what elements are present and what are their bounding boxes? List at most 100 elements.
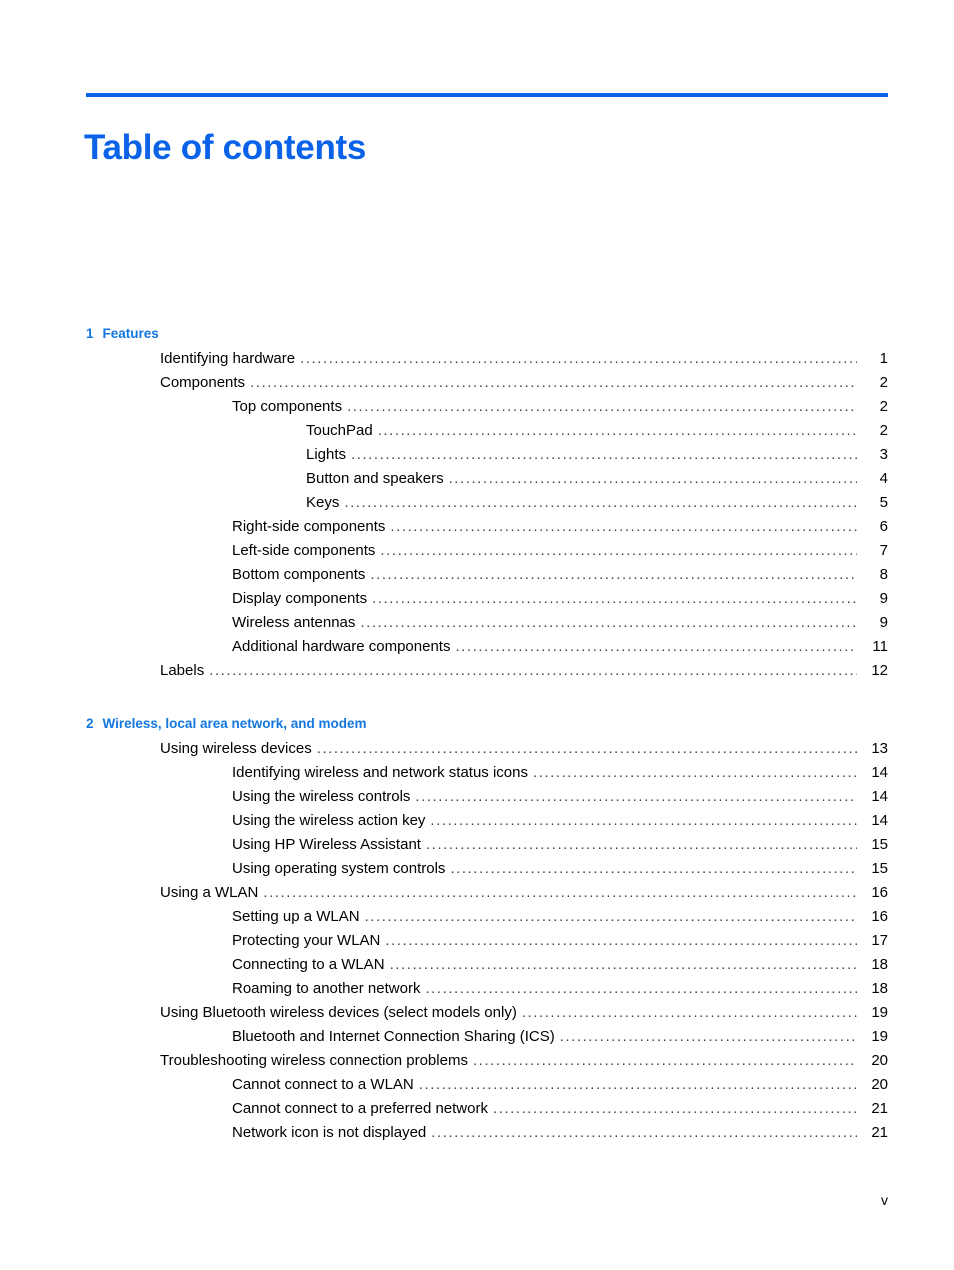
toc-entry[interactable]: Right-side components 6 [86,515,888,539]
toc-entry-label: Components [160,374,246,391]
toc-entry-label: Left-side components [232,542,376,559]
toc-entry-page-number: 19 [871,1028,888,1045]
toc-entry[interactable]: Lights 3 [86,443,888,467]
toc-entry[interactable]: Bluetooth and Internet Connection Sharin… [86,1025,888,1049]
toc-entry[interactable]: Keys 5 [86,491,888,515]
dot-leader [347,399,857,414]
toc-entry[interactable]: Bottom components 8 [86,563,888,587]
dot-leader [522,1005,857,1020]
toc-entry-page-number: 17 [871,932,888,949]
toc-entry-page-number: 20 [871,1076,888,1093]
dot-leader [209,663,857,678]
dot-leader [415,789,857,804]
toc-entry-page-number: 2 [879,422,888,439]
toc-entry-page-number: 14 [871,788,888,805]
toc-entry-label: Display components [232,590,368,607]
toc-entry[interactable]: Using Bluetooth wireless devices (select… [86,1001,888,1025]
dot-leader [473,1053,857,1068]
chapter-title: Wireless, local area network, and modem [102,716,367,731]
toc-entry[interactable]: Using a WLAN 16 [86,881,888,905]
toc-entry[interactable]: Using operating system controls 15 [86,857,888,881]
dot-leader [370,567,857,582]
toc-entry[interactable]: Labels 12 [86,659,888,683]
toc-entry-page-number: 2 [879,374,888,391]
toc-entry[interactable]: TouchPad 2 [86,419,888,443]
chapter-heading[interactable]: 1 Features [86,322,888,346]
toc-entry-page-number: 8 [879,566,888,583]
toc-entry-label: Network icon is not displayed [232,1124,427,1141]
dot-leader [449,471,857,486]
dot-leader [426,837,857,852]
toc-entry-label: Using the wireless controls [232,788,411,805]
toc-entry-page-number: 21 [871,1100,888,1117]
toc-entry-label: Additional hardware components [232,638,451,655]
title-rule [86,93,888,97]
toc-entry-label: Using wireless devices [160,740,312,757]
toc-entry-label: Button and speakers [306,470,444,487]
toc-chapter: 2 Wireless, local area network, and modem… [86,712,888,1145]
toc-entry[interactable]: Troubleshooting wireless connection prob… [86,1049,888,1073]
toc-chapter: 1 FeaturesIdentifying hardware 1 Components… [86,322,888,683]
toc-entry[interactable]: Top components 2 [86,395,888,419]
toc-entry-page-number: 21 [871,1124,888,1141]
toc-entry-label: Right-side components [232,518,386,535]
toc-entry[interactable]: Protecting your WLAN 17 [86,929,888,953]
dot-leader [425,981,857,996]
toc-entry[interactable]: Additional hardware components 11 [86,635,888,659]
toc-entry-label: Setting up a WLAN [232,908,360,925]
toc-entry-label: Using the wireless action key [232,812,426,829]
toc-entry-page-number: 6 [879,518,888,535]
document-page: Table of contents 1 Features Identifying h… [0,0,954,1270]
toc-entry[interactable]: Display components 9 [86,587,888,611]
toc-entry-label: Lights [306,446,347,463]
toc-entry-page-number: 9 [879,590,888,607]
toc-entry-page-number: 14 [871,812,888,829]
toc-entry[interactable]: Using HP Wireless Assistant 15 [86,833,888,857]
toc-entry-page-number: 16 [871,884,888,901]
dot-leader [455,639,857,654]
dot-leader [360,615,857,630]
dot-leader [419,1077,857,1092]
page-folio: v [881,1192,888,1208]
chapter-heading[interactable]: 2 Wireless, local area network, and modem [86,712,888,736]
toc-entry-label: TouchPad [306,422,373,439]
toc-entry-label: Bluetooth and Internet Connection Sharin… [232,1028,555,1045]
toc-entry[interactable]: Cannot connect to a preferred network 21 [86,1097,888,1121]
chapter-number: 1 [86,326,94,341]
toc-entry[interactable]: Cannot connect to a WLAN 20 [86,1073,888,1097]
toc-entry[interactable]: Identifying hardware 1 [86,347,888,371]
toc-entry-page-number: 12 [871,662,888,679]
toc-entry[interactable]: Network icon is not displayed 21 [86,1121,888,1145]
dot-leader [344,495,857,510]
toc-entry[interactable]: Connecting to a WLAN 18 [86,953,888,977]
toc-entry-page-number: 9 [879,614,888,631]
toc-entry-label: Protecting your WLAN [232,932,381,949]
toc-entry[interactable]: Using the wireless action key 14 [86,809,888,833]
dot-leader [385,933,857,948]
toc-entry[interactable]: Roaming to another network 18 [86,977,888,1001]
toc-entry[interactable]: Identifying wireless and network status … [86,761,888,785]
table-of-contents: 1 FeaturesIdentifying hardware 1 Components… [86,322,888,1145]
dot-leader [317,741,857,756]
dot-leader [493,1101,857,1116]
toc-entry-label: Top components [232,398,343,415]
toc-entry[interactable]: Setting up a WLAN 16 [86,905,888,929]
dot-leader [430,813,857,828]
toc-entry-label: Using HP Wireless Assistant [232,836,421,853]
toc-entry[interactable]: Using wireless devices 13 [86,737,888,761]
toc-entry-label: Bottom components [232,566,366,583]
toc-entry-page-number: 11 [872,638,888,655]
chapter-title: Features [102,326,159,341]
toc-entry[interactable]: Left-side components 7 [86,539,888,563]
toc-entry[interactable]: Using the wireless controls 14 [86,785,888,809]
toc-entry[interactable]: Button and speakers 4 [86,467,888,491]
toc-entry[interactable]: Wireless antennas 9 [86,611,888,635]
toc-entry-page-number: 20 [871,1052,888,1069]
toc-entry[interactable]: Components 2 [86,371,888,395]
dot-leader [390,957,857,972]
toc-entry-page-number: 15 [871,860,888,877]
dot-leader [380,543,857,558]
toc-entry-label: Using operating system controls [232,860,446,877]
toc-entry-label: Using Bluetooth wireless devices (select… [160,1004,517,1021]
page-title: Table of contents [84,128,367,168]
